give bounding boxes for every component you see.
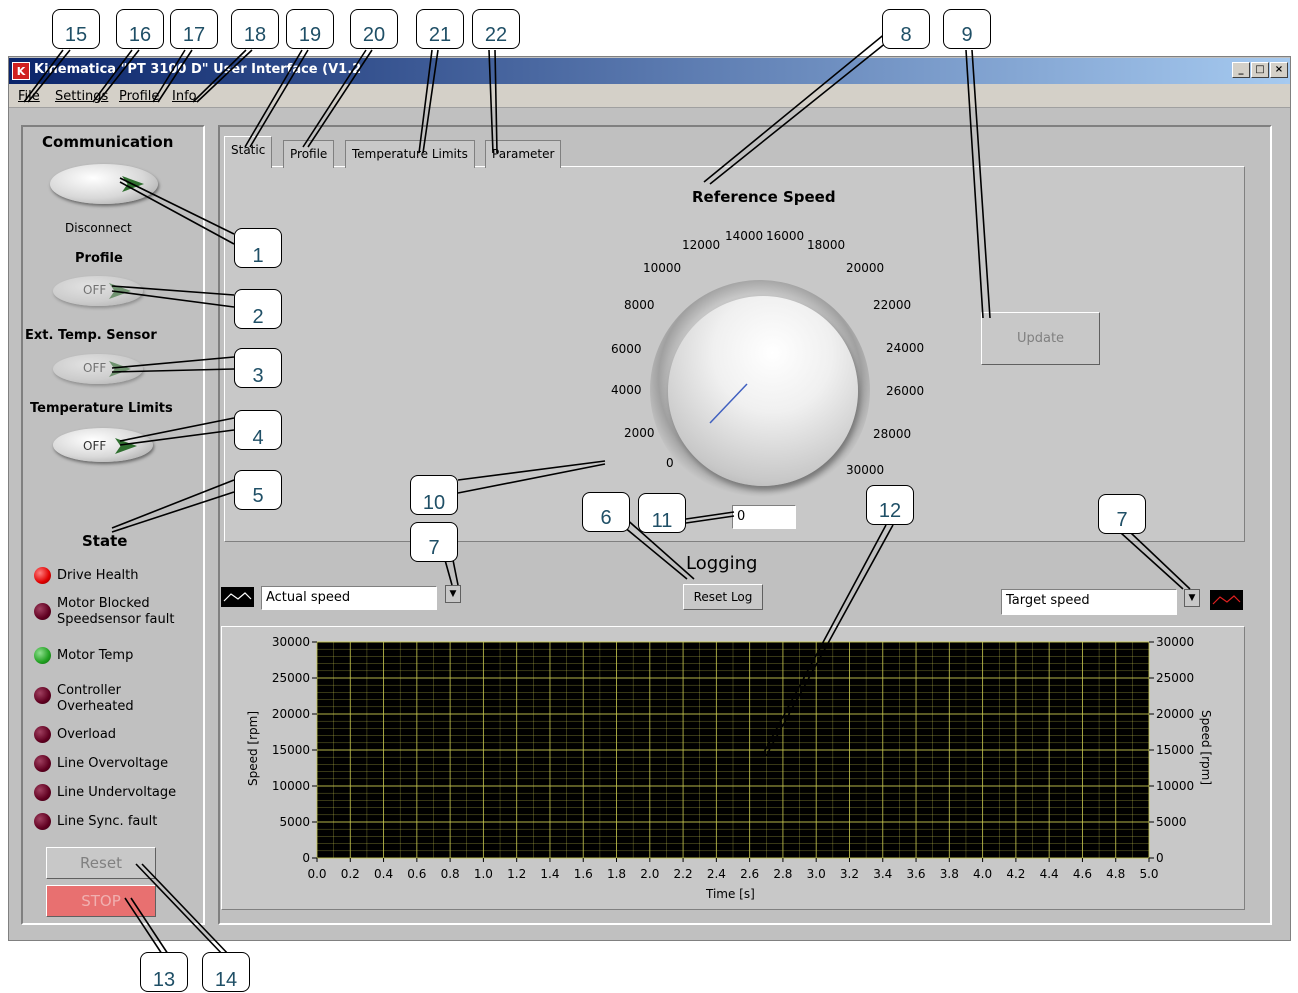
y-tick-label: 10000 <box>1156 779 1194 793</box>
x-tick-label: 1.8 <box>607 867 626 881</box>
x-tick-label: 3.8 <box>940 867 959 881</box>
callout-11: 11 <box>638 493 686 533</box>
x-tick-label: 0.4 <box>374 867 393 881</box>
x-tick-label: 4.4 <box>1040 867 1059 881</box>
callout-7-left: 7 <box>410 522 458 562</box>
x-tick-label: 3.0 <box>807 867 826 881</box>
left-y-axis-label: Speed [rpm] <box>246 710 260 786</box>
callout-7-right: 7 <box>1098 494 1146 534</box>
x-tick-label: 1.0 <box>474 867 493 881</box>
callout-16: 16 <box>116 9 164 49</box>
x-tick-label: 5.0 <box>1139 867 1158 881</box>
y-tick-label: 30000 <box>1156 635 1194 649</box>
y-tick-label: 0 <box>302 851 310 865</box>
y-tick-label: 15000 <box>272 743 310 757</box>
x-tick-label: 4.2 <box>1006 867 1025 881</box>
callout-2: 2 <box>234 289 282 329</box>
callout-13: 13 <box>140 952 188 992</box>
x-axis-label: Time [s] <box>706 887 755 901</box>
right-y-axis-label: Speed [rpm] <box>1199 710 1213 786</box>
callout-10: 10 <box>410 475 458 515</box>
x-tick-label: 1.4 <box>540 867 559 881</box>
x-tick-label: 0.6 <box>407 867 426 881</box>
callout-1: 1 <box>234 228 282 268</box>
y-tick-label: 10000 <box>272 779 310 793</box>
x-tick-label: 4.6 <box>1073 867 1092 881</box>
x-tick-label: 1.6 <box>574 867 593 881</box>
y-tick-label: 20000 <box>1156 707 1194 721</box>
x-tick-label: 0.8 <box>441 867 460 881</box>
callout-19: 19 <box>286 9 334 49</box>
y-tick-label: 5000 <box>279 815 310 829</box>
x-tick-label: 3.4 <box>873 867 892 881</box>
y-tick-label: 25000 <box>1156 671 1194 685</box>
x-tick-label: 2.2 <box>674 867 693 881</box>
y-tick-label: 15000 <box>1156 743 1194 757</box>
y-tick-label: 25000 <box>272 671 310 685</box>
callout-22: 22 <box>472 9 520 49</box>
callout-6: 6 <box>582 492 630 532</box>
x-tick-label: 0.2 <box>341 867 360 881</box>
callout-3: 3 <box>234 348 282 388</box>
callout-17: 17 <box>170 9 218 49</box>
callout-5: 5 <box>234 470 282 510</box>
y-tick-label: 0 <box>1156 851 1164 865</box>
y-tick-label: 30000 <box>272 635 310 649</box>
y-tick-label: 20000 <box>272 707 310 721</box>
x-tick-label: 4.8 <box>1106 867 1125 881</box>
callout-9: 9 <box>943 9 991 49</box>
callout-21: 21 <box>416 9 464 49</box>
callout-12: 12 <box>866 485 914 525</box>
x-tick-label: 2.6 <box>740 867 759 881</box>
x-tick-label: 1.2 <box>507 867 526 881</box>
x-tick-label: 2.4 <box>707 867 726 881</box>
x-tick-label: 3.2 <box>840 867 859 881</box>
x-tick-label: 2.8 <box>773 867 792 881</box>
callout-8: 8 <box>882 9 930 49</box>
callout-18: 18 <box>231 9 279 49</box>
y-tick-label: 5000 <box>1156 815 1187 829</box>
callout-4: 4 <box>234 410 282 450</box>
x-tick-label: 0.0 <box>307 867 326 881</box>
x-tick-label: 3.6 <box>906 867 925 881</box>
callout-14: 14 <box>202 952 250 992</box>
callout-20: 20 <box>350 9 398 49</box>
x-tick-label: 2.0 <box>640 867 659 881</box>
callout-15: 15 <box>52 9 100 49</box>
x-tick-label: 4.0 <box>973 867 992 881</box>
